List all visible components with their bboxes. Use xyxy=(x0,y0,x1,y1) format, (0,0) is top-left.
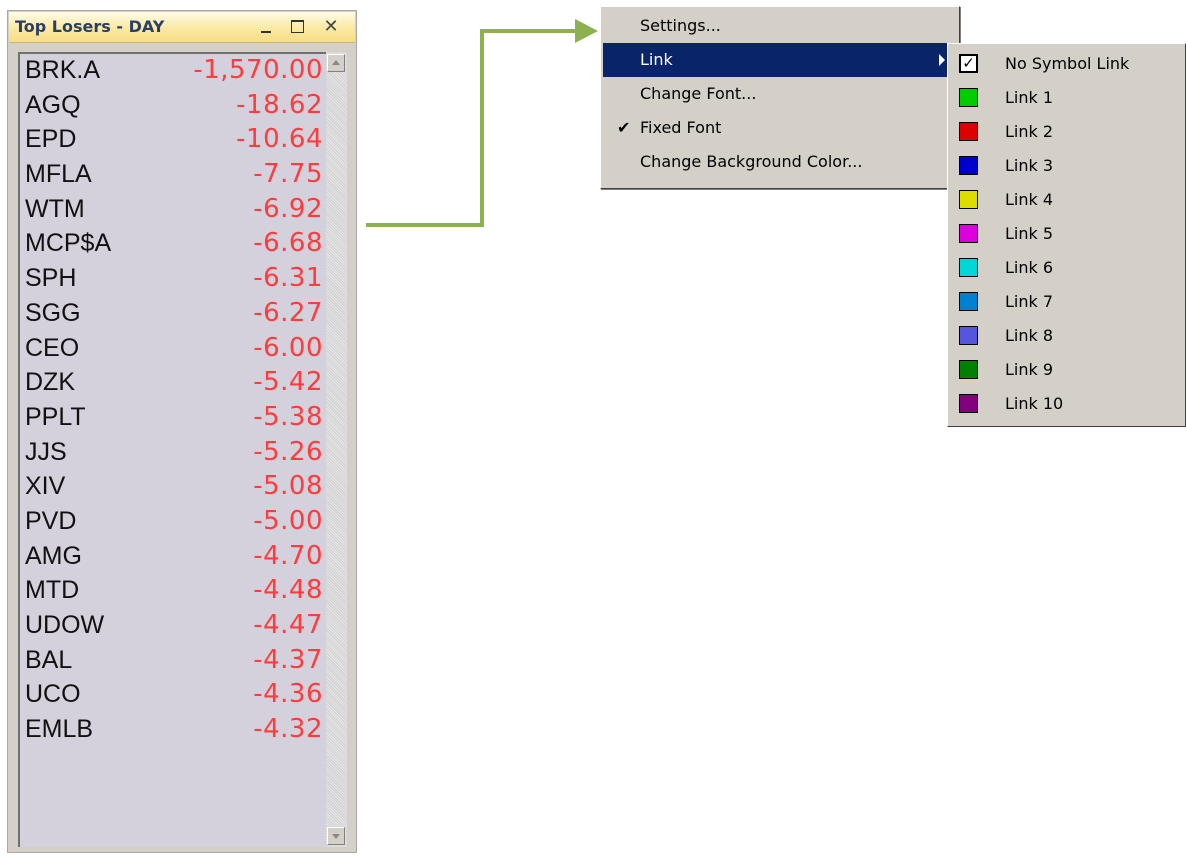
submenu-item-label: Link 7 xyxy=(1005,292,1054,311)
color-swatch-icon xyxy=(959,156,978,175)
menu-item-change-background-color[interactable]: Change Background Color... xyxy=(603,145,957,179)
submenu-item-label: Link 4 xyxy=(1005,190,1054,209)
color-swatch-icon xyxy=(959,258,978,277)
submenu-item-label: Link 6 xyxy=(1005,258,1054,277)
checkbox-icon: ✓ xyxy=(959,54,978,73)
menu-item-fixed-font[interactable]: ✔ Fixed Font xyxy=(603,111,957,145)
submenu-item-label: Link 9 xyxy=(1005,360,1054,379)
submenu-item-label: Link 2 xyxy=(1005,122,1054,141)
submenu-item-link-1[interactable]: Link 1 xyxy=(950,81,1183,115)
color-swatch-icon xyxy=(959,190,978,209)
link-submenu: ✓ No Symbol Link Link 1 Link 2 Link 3 Link 4 L… xyxy=(947,43,1186,427)
submenu-item-link-9[interactable]: Link 9 xyxy=(950,353,1183,387)
submenu-item-link-7[interactable]: Link 7 xyxy=(950,285,1183,319)
submenu-item-label: Link 10 xyxy=(1005,394,1064,413)
submenu-item-link-4[interactable]: Link 4 xyxy=(950,183,1183,217)
submenu-item-link-3[interactable]: Link 3 xyxy=(950,149,1183,183)
submenu-item-link-6[interactable]: Link 6 xyxy=(950,251,1183,285)
color-swatch-icon xyxy=(959,360,978,379)
arrow-line xyxy=(366,29,575,227)
submenu-arrow-icon xyxy=(939,54,945,66)
menu-item-label: Fixed Font xyxy=(640,118,722,137)
checkmark-icon: ✔ xyxy=(617,118,631,137)
submenu-item-label: Link 1 xyxy=(1005,88,1054,107)
color-swatch-icon xyxy=(959,326,978,345)
submenu-item-label: Link 5 xyxy=(1005,224,1054,243)
menu-item-label: Link xyxy=(640,50,673,69)
color-swatch-icon xyxy=(959,394,978,413)
submenu-item-link-5[interactable]: Link 5 xyxy=(950,217,1183,251)
submenu-item-label: Link 8 xyxy=(1005,326,1054,345)
color-swatch-icon xyxy=(959,88,978,107)
submenu-item-label: Link 3 xyxy=(1005,156,1054,175)
submenu-item-link-8[interactable]: Link 8 xyxy=(950,319,1183,353)
menu-item-settings[interactable]: Settings... xyxy=(603,9,957,43)
menu-item-link[interactable]: Link xyxy=(603,43,957,77)
submenu-item-link-10[interactable]: Link 10 xyxy=(950,387,1183,421)
menu-item-label: Change Font... xyxy=(640,84,757,103)
submenu-item-label: No Symbol Link xyxy=(1005,54,1130,73)
color-swatch-icon xyxy=(959,122,978,141)
submenu-item-no-symbol-link[interactable]: ✓ No Symbol Link xyxy=(950,47,1183,81)
color-swatch-icon xyxy=(959,292,978,311)
menu-item-change-font[interactable]: Change Font... xyxy=(603,77,957,111)
submenu-item-link-2[interactable]: Link 2 xyxy=(950,115,1183,149)
menu-item-label: Settings... xyxy=(640,16,721,35)
color-swatch-icon xyxy=(959,224,978,243)
arrow-head xyxy=(575,19,598,43)
menu-item-label: Change Background Color... xyxy=(640,152,863,171)
context-menu: Settings... Link Change Font... ✔ Fixed Font… xyxy=(600,6,960,189)
